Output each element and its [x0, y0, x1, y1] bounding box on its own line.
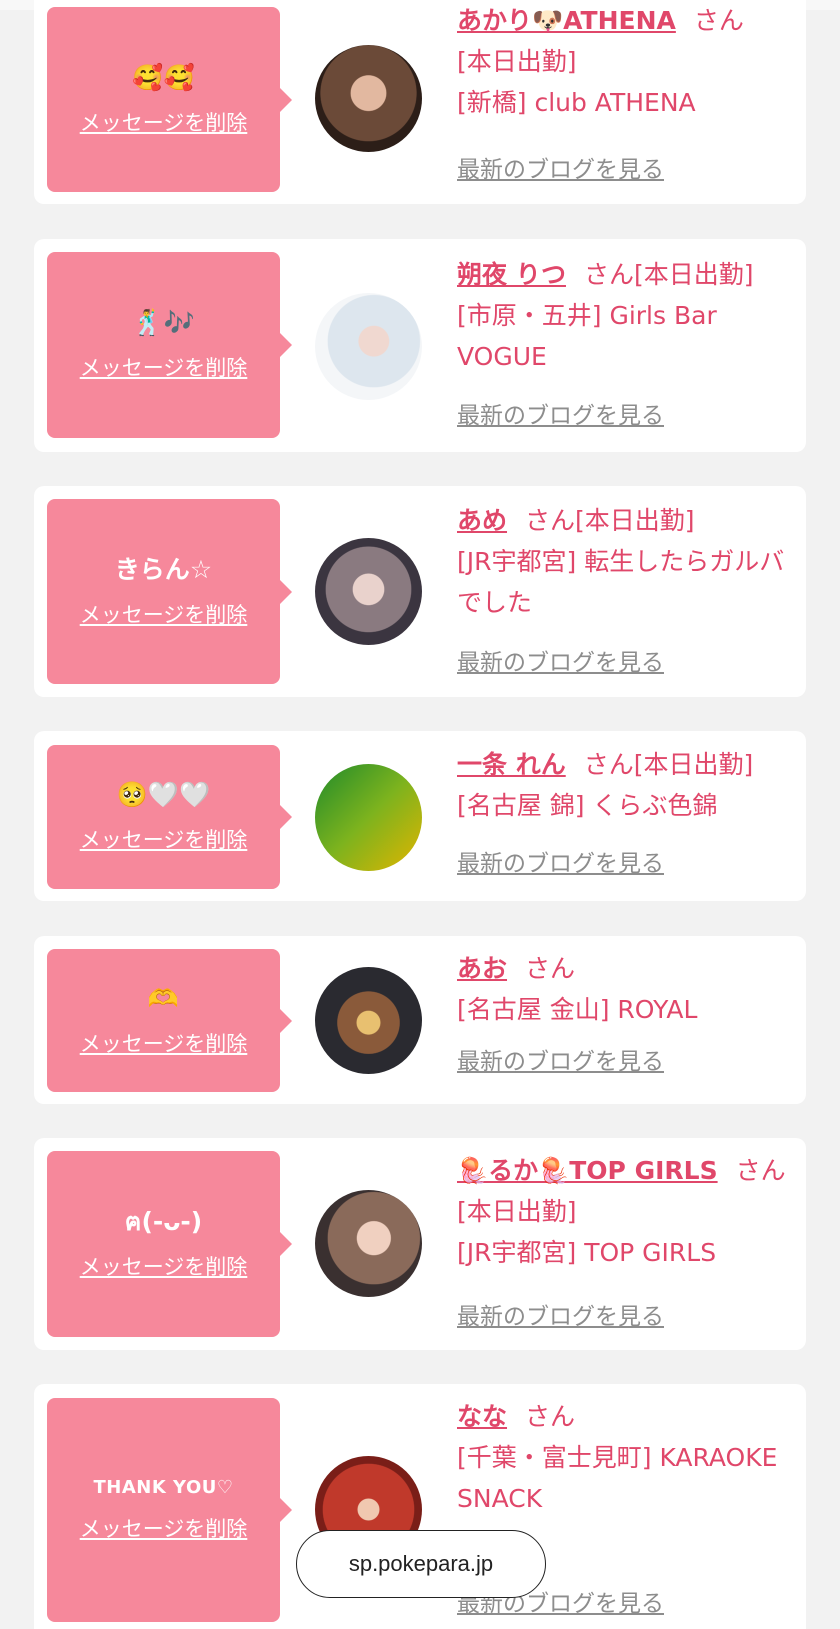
- work-status: [本日出勤]: [457, 47, 577, 76]
- avatar[interactable]: [315, 45, 422, 152]
- message-bubble: THANK YOU♡ メッセージを削除: [47, 1398, 292, 1622]
- cast-info: 朔夜 りつ さん[本日出勤] [市原・五井] Girls Bar VOGUE: [457, 254, 792, 377]
- cast-name-link[interactable]: あめ: [457, 506, 507, 535]
- avatar[interactable]: [315, 538, 422, 645]
- delete-message-link[interactable]: メッセージを削除: [80, 824, 248, 854]
- message-bubble: 🕺🎶 メッセージを削除: [47, 252, 292, 438]
- message-text: ฅ(-ᴗ-): [124, 1207, 203, 1236]
- message-text: 🥰🥰: [132, 62, 195, 92]
- san-label: さん: [583, 750, 634, 779]
- message-card: 🥺🤍🤍 メッセージを削除 一条 れん さん[本日出勤] [名古屋 錦] くらぶ色錦…: [34, 731, 806, 901]
- work-status: [本日出勤]: [633, 260, 754, 289]
- cast-name-link[interactable]: 🪼るか🪼TOP GIRLS: [457, 1156, 718, 1185]
- delete-message-link[interactable]: メッセージを削除: [80, 352, 248, 382]
- message-card: 🥰🥰 メッセージを削除 あかり🐶ATHENA さん [本日出勤] [新橋] clu…: [34, 0, 806, 204]
- cast-info: あめ さん[本日出勤] [JR宇都宮] 転生したらガルバでした: [457, 500, 792, 623]
- latest-blog-link[interactable]: 最新のブログを見る: [457, 844, 664, 878]
- store-name: [名古屋 錦] くらぶ色錦: [457, 791, 718, 820]
- message-bubble: 🫶 メッセージを削除: [47, 949, 292, 1092]
- cast-info: あお さん [名古屋 金山] ROYAL: [457, 948, 792, 1030]
- delete-message-link[interactable]: メッセージを削除: [80, 1251, 248, 1281]
- message-text: 🫶: [147, 983, 180, 1013]
- latest-blog-link[interactable]: 最新のブログを見る: [457, 643, 664, 677]
- store-name: [名古屋 金山] ROYAL: [457, 995, 698, 1024]
- avatar[interactable]: [315, 967, 422, 1074]
- san-label: さん: [693, 6, 744, 35]
- message-card: きらん☆ メッセージを削除 あめ さん[本日出勤] [JR宇都宮] 転生したらガル…: [34, 486, 806, 697]
- avatar[interactable]: [315, 1190, 422, 1297]
- cast-name-link[interactable]: あお: [457, 954, 507, 983]
- message-bubble: 🥺🤍🤍 メッセージを削除: [47, 745, 292, 889]
- delete-message-link[interactable]: メッセージを削除: [80, 599, 248, 629]
- cast-name-link[interactable]: なな: [457, 1402, 507, 1431]
- delete-message-link[interactable]: メッセージを削除: [80, 107, 248, 137]
- avatar[interactable]: [315, 293, 422, 400]
- message-bubble: きらん☆ メッセージを削除: [47, 499, 292, 684]
- store-name: [JR宇都宮] 転生したらガルバでした: [457, 547, 785, 617]
- cast-name-link[interactable]: あかり🐶ATHENA: [457, 6, 676, 35]
- store-name: [新橋] club ATHENA: [457, 88, 696, 117]
- message-text: きらん☆: [114, 554, 213, 584]
- san-label: さん: [735, 1156, 786, 1185]
- message-bubble: 🥰🥰 メッセージを削除: [47, 7, 292, 192]
- work-status: [本日出勤]: [633, 750, 754, 779]
- store-name: [千葉・富士見町] KARAOKE SNACK: [457, 1443, 778, 1513]
- url-bar[interactable]: sp.pokepara.jp: [296, 1530, 546, 1598]
- avatar[interactable]: [315, 764, 422, 871]
- url-host: sp.pokepara.jp: [348, 1551, 494, 1576]
- message-card: 🫶 メッセージを削除 あお さん [名古屋 金山] ROYAL 最新のブログを見る: [34, 936, 806, 1104]
- message-card: 🕺🎶 メッセージを削除 朔夜 りつ さん[本日出勤] [市原・五井] Girls …: [34, 239, 806, 452]
- cast-info: 🪼るか🪼TOP GIRLS さん [本日出勤] [JR宇都宮] TOP GIRLS: [457, 1150, 792, 1273]
- san-label: さん: [525, 506, 576, 535]
- latest-blog-link[interactable]: 最新のブログを見る: [457, 1042, 664, 1076]
- san-label: さん: [583, 260, 634, 289]
- message-bubble: ฅ(-ᴗ-) メッセージを削除: [47, 1151, 292, 1337]
- delete-message-link[interactable]: メッセージを削除: [80, 1513, 248, 1543]
- san-label: さん: [525, 954, 576, 983]
- message-text: THANK YOU♡: [93, 1477, 234, 1499]
- message-text: 🕺🎶: [132, 308, 195, 337]
- message-card: ฅ(-ᴗ-) メッセージを削除 🪼るか🪼TOP GIRLS さん [本日出勤] [J…: [34, 1138, 806, 1350]
- cast-info: 一条 れん さん[本日出勤] [名古屋 錦] くらぶ色錦: [457, 744, 792, 826]
- cast-name-link[interactable]: 朔夜 りつ: [457, 260, 566, 289]
- store-name: [市原・五井] Girls Bar VOGUE: [457, 301, 717, 371]
- store-name: [JR宇都宮] TOP GIRLS: [457, 1238, 717, 1267]
- cast-info: なな さん [千葉・富士見町] KARAOKE SNACK: [457, 1396, 792, 1519]
- work-status: [本日出勤]: [575, 506, 695, 535]
- latest-blog-link[interactable]: 最新のブログを見る: [457, 1297, 664, 1331]
- work-status: [本日出勤]: [457, 1197, 577, 1226]
- latest-blog-link[interactable]: 最新のブログを見る: [457, 396, 664, 430]
- latest-blog-link[interactable]: 最新のブログを見る: [457, 150, 664, 184]
- page: 🥰🥰 メッセージを削除 あかり🐶ATHENA さん [本日出勤] [新橋] clu…: [0, 0, 840, 1629]
- san-label: さん: [525, 1402, 576, 1431]
- delete-message-link[interactable]: メッセージを削除: [80, 1028, 248, 1058]
- cast-name-link[interactable]: 一条 れん: [457, 750, 566, 779]
- message-text: 🥺🤍🤍: [116, 780, 211, 809]
- cast-info: あかり🐶ATHENA さん [本日出勤] [新橋] club ATHENA: [457, 0, 792, 123]
